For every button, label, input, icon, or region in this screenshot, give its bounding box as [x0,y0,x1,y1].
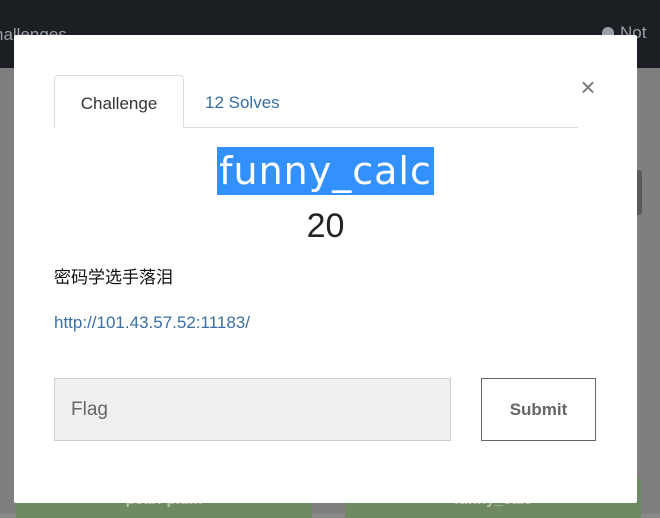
close-icon[interactable]: × [579,74,597,100]
challenge-description: 密码学选手落泪 [54,268,173,287]
challenge-modal: × Challenge 12 Solves funny_calc 20 密码学选… [14,35,637,503]
modal-tabs: Challenge 12 Solves [54,75,578,128]
tab-challenge[interactable]: Challenge [54,75,184,128]
challenge-points: 20 [306,207,345,245]
challenge-title: funny_calc [217,147,434,195]
tab-solves[interactable]: 12 Solves [205,75,280,127]
submit-button[interactable]: Submit [481,378,596,441]
flag-input[interactable] [54,378,451,441]
challenge-title-container: funny_calc [14,147,637,195]
challenge-link[interactable]: http://101.43.57.52:11183/ [54,313,250,333]
